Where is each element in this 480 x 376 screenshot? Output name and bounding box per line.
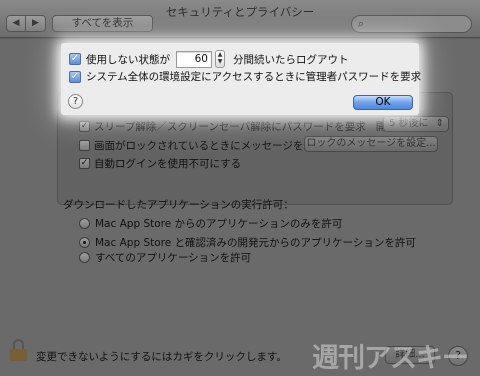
lock-hint-text: 変更できないようにするにはカギをクリックします。 xyxy=(36,351,287,363)
window-titlebar: セキュリティとプライバシー ◀ ▶ すべてを表示 ⌕ xyxy=(0,0,480,38)
search-field[interactable]: ⌕ xyxy=(351,15,472,33)
autologin-row: ✓ 自動ログインを使用不可にする xyxy=(79,156,241,171)
download-option[interactable]: すべてのアプリケーションを許可 xyxy=(79,250,251,265)
download-option-label: Mac App Store からのアプリケーションのみを許可 xyxy=(95,218,343,230)
admin-password-checkbox[interactable]: ✓ xyxy=(69,70,81,83)
auto-logout-prefix: 使用しない状態が xyxy=(86,53,170,66)
download-option-label: すべてのアプリケーションを許可 xyxy=(95,252,252,264)
auto-logout-checkbox[interactable]: ✓ xyxy=(69,53,81,65)
lock-icon[interactable] xyxy=(10,339,28,361)
radio-app-store-only[interactable] xyxy=(79,218,90,229)
back-icon[interactable]: ◀ xyxy=(6,15,26,32)
disable-autologin-label: 自動ログインを使用不可にする xyxy=(94,158,242,170)
sleep-password-label: スリープ解除／スクリーンセーバ解除にパスワードを要求 xyxy=(94,121,366,133)
ok-button[interactable]: OK xyxy=(353,95,413,110)
download-option-label: Mac App Store と確認済みの開発元からのアプリケーションを許可 xyxy=(95,237,416,249)
disable-autologin-checkbox[interactable]: ✓ xyxy=(79,158,90,169)
auto-logout-row: ✓ 使用しない状態が 60 ▲ ▼ 分間続いたらログアウト xyxy=(69,50,349,68)
download-heading: ダウンロードしたアプリケーションの実行許可： xyxy=(63,199,294,211)
download-option[interactable]: Mac App Store からのアプリケーションのみを許可 xyxy=(79,216,342,231)
logout-minutes-field[interactable]: 60 xyxy=(176,50,212,68)
radio-anywhere[interactable] xyxy=(79,252,90,263)
select-arrows-icon: ⇕ xyxy=(435,118,444,129)
admin-password-row: ✓ システム全体の環境設定にアクセスするときに管理者パスワードを要求 xyxy=(69,69,421,84)
show-all-button[interactable]: すべてを表示 xyxy=(52,15,153,32)
admin-password-label: システム全体の環境設定にアクセスするときに管理者パスワードを要求 xyxy=(86,71,422,83)
download-option[interactable]: Mac App Store と確認済みの開発元からのアプリケーションを許可 xyxy=(79,235,416,250)
lock-message-row: 画面がロックされているときにメッセージを表示 xyxy=(79,138,324,153)
search-icon: ⌕ xyxy=(358,17,365,30)
lock-message-checkbox[interactable] xyxy=(79,140,90,151)
password-settings-sheet: ✓ 使用しない状態が 60 ▲ ▼ 分間続いたらログアウト ✓ システム全体の環境… xyxy=(61,43,421,115)
nav-buttons: ◀ ▶ xyxy=(6,15,46,32)
sleep-password-row: ✓ スリープ解除／スクリーンセーバ解除にパスワードを要求 開始後： xyxy=(79,119,418,134)
start-after-value: 5 秒後に xyxy=(389,118,429,129)
auto-logout-suffix: 分間続いたらログアウト xyxy=(233,53,349,66)
sleep-password-checkbox[interactable]: ✓ xyxy=(79,121,90,132)
watermark-logo: 週刊アスキー xyxy=(312,343,469,374)
lock-message-label: 画面がロックされているときにメッセージを表示 xyxy=(94,140,325,152)
radio-app-store-and-identified[interactable] xyxy=(79,237,90,248)
minutes-stepper[interactable]: ▲ ▼ xyxy=(215,50,225,68)
sheet-help-button[interactable]: ? xyxy=(68,94,83,109)
start-after-select[interactable]: 5 秒後に ⇕ xyxy=(383,116,449,132)
forward-icon[interactable]: ▶ xyxy=(26,15,46,32)
set-lock-message-button[interactable]: ロックのメッセージを設定... xyxy=(304,136,438,152)
